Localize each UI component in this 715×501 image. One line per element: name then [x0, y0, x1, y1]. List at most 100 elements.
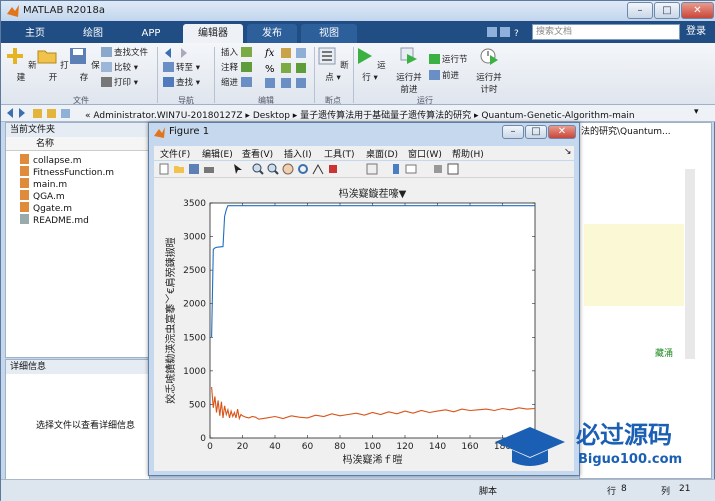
- print-button[interactable]: 打印 ▾: [101, 76, 138, 90]
- pan-hand-icon[interactable]: [282, 163, 294, 175]
- back-forward-icon[interactable]: [163, 47, 203, 59]
- current-path[interactable]: « Administrator.WIN7U-20180127Z ▸ Deskto…: [85, 108, 635, 121]
- tab-home[interactable]: 主页: [7, 24, 63, 43]
- name-column-header[interactable]: 名称: [6, 137, 149, 151]
- menu-edit[interactable]: 编辑(E): [202, 147, 233, 160]
- tab-editor[interactable]: 编辑器: [183, 24, 243, 43]
- indent-label: 缩进: [221, 78, 239, 88]
- y-axis-label: 姣忎唬鐨勬渶浣虫寔搴﹀€肩殑鍊掓暟: [164, 237, 177, 403]
- nav-arrows-icon[interactable]: [7, 108, 83, 119]
- edit-tools-icons[interactable]: fx %: [263, 46, 311, 91]
- list-item[interactable]: Qgate.m: [20, 202, 72, 214]
- insert-button[interactable]: 插入: [221, 46, 254, 60]
- figure-title: Figure 1: [169, 126, 210, 137]
- zoom-in-icon[interactable]: [252, 163, 264, 175]
- link-plot-icon[interactable]: [366, 163, 378, 175]
- figure-minimize-button[interactable]: –: [502, 125, 524, 139]
- status-col: 21: [679, 484, 691, 494]
- print-figure-icon[interactable]: [203, 163, 215, 175]
- insert-icon: [240, 47, 252, 57]
- run-time-label-1: 运行并: [476, 73, 502, 83]
- new-button[interactable]: 新建: [4, 46, 38, 83]
- scrollbar[interactable]: [685, 169, 695, 359]
- find-files-button[interactable]: 查找文件: [101, 46, 148, 60]
- ribbon-tabs: 主页 绘图 APP 编辑器 发布 视图 ? 搜索文档 登录: [1, 21, 715, 43]
- menu-desktop[interactable]: 桌面(D): [366, 147, 398, 160]
- svg-text:%: %: [265, 64, 275, 75]
- find-button[interactable]: 查找 ▾: [163, 76, 200, 90]
- indent-button[interactable]: 缩进: [221, 76, 254, 90]
- menu-window[interactable]: 窗口(W): [408, 147, 442, 160]
- advance-icon: [429, 70, 440, 80]
- colorbar-icon[interactable]: [390, 163, 402, 175]
- x-axis-label: 杩涘寲浠ｆ暟: [343, 453, 403, 466]
- run-section-button[interactable]: 运行节: [429, 53, 468, 67]
- comment-button[interactable]: 注释: [221, 61, 254, 75]
- show-tools-icon[interactable]: [447, 163, 459, 175]
- open-file-icon[interactable]: [173, 163, 185, 175]
- file-name: Qgate.m: [33, 204, 73, 214]
- login-button[interactable]: 登录: [681, 24, 711, 40]
- menu-tools[interactable]: 工具(T): [324, 147, 355, 160]
- current-folder-panel: 当前文件夹 名称 collapse.m FitnessFunction.m ma…: [5, 122, 150, 358]
- close-button[interactable]: ✕: [681, 2, 714, 19]
- run-advance-icon: [400, 47, 417, 64]
- hide-tools-icon[interactable]: [432, 163, 444, 175]
- path-dropdown-icon[interactable]: ▾: [694, 107, 699, 117]
- current-folder-title: 当前文件夹: [6, 123, 149, 137]
- run-advance-button[interactable]: 运行并 前进: [391, 46, 427, 95]
- print-icon: [101, 77, 112, 87]
- svg-text:必过源码: 必过源码: [576, 421, 672, 449]
- y-tick-label: 3500: [183, 199, 206, 209]
- address-bar: « Administrator.WIN7U-20180127Z ▸ Deskto…: [1, 105, 715, 122]
- goto-label: 转至: [176, 63, 194, 73]
- goto-button[interactable]: 转至 ▾: [163, 61, 200, 75]
- run-advance-label-2: 前进: [400, 85, 418, 95]
- list-item[interactable]: main.m: [20, 178, 67, 190]
- breakpoints-button[interactable]: 断点 ▾: [315, 46, 351, 83]
- legend-icon[interactable]: [405, 163, 417, 175]
- pointer-icon[interactable]: [232, 163, 244, 175]
- menu-insert[interactable]: 插入(I): [284, 147, 312, 160]
- advance-button[interactable]: 前进: [429, 69, 459, 83]
- chart-title: 杩涘寲鏇茬嚎▼: [339, 187, 407, 200]
- tab-apps[interactable]: APP: [123, 24, 179, 43]
- tab-plots[interactable]: 绘图: [65, 24, 121, 43]
- list-item[interactable]: README.md: [20, 214, 89, 226]
- menu-help[interactable]: 帮助(H): [452, 147, 484, 160]
- rotate-icon[interactable]: [297, 163, 309, 175]
- file-name: QGA.m: [33, 192, 65, 202]
- x-tick-label: 40: [269, 442, 281, 452]
- save-figure-icon[interactable]: [188, 163, 200, 175]
- compare-button[interactable]: 比较 ▾: [101, 61, 138, 75]
- search-input[interactable]: 搜索文档: [532, 24, 680, 40]
- advance-label: 前进: [442, 71, 460, 81]
- list-item[interactable]: QGA.m: [20, 190, 65, 202]
- data-cursor-icon[interactable]: [312, 163, 324, 175]
- open-button[interactable]: 打开: [36, 46, 70, 83]
- menu-file[interactable]: 文件(F): [160, 147, 190, 160]
- menu-view[interactable]: 查看(V): [242, 147, 273, 160]
- run-time-button[interactable]: 运行并 计时: [471, 46, 507, 95]
- figure-menubar: 文件(F) 编辑(E) 查看(V) 插入(I) 工具(T) 桌面(D) 窗口(W…: [154, 146, 574, 160]
- brush-icon[interactable]: [327, 163, 339, 175]
- x-tick-label: 140: [429, 442, 446, 452]
- details-message: 选择文件以查看详细信息: [36, 421, 136, 431]
- list-item[interactable]: FitnessFunction.m: [20, 166, 114, 178]
- new-figure-icon[interactable]: [158, 163, 170, 175]
- list-item[interactable]: collapse.m: [20, 154, 82, 166]
- save-button[interactable]: 保存: [67, 46, 101, 83]
- maximize-button[interactable]: □: [654, 2, 680, 19]
- status-mode: 脚本: [479, 487, 498, 497]
- menu-dock-icon[interactable]: ↘: [564, 147, 572, 157]
- file-name: main.m: [33, 180, 68, 190]
- figure-close-button[interactable]: ✕: [548, 125, 576, 139]
- status-line-label: 行: [607, 487, 617, 497]
- run-button[interactable]: 运行 ▾: [354, 46, 386, 83]
- figure-maximize-button[interactable]: □: [525, 125, 547, 139]
- tab-publish[interactable]: 发布: [247, 24, 297, 43]
- minimize-button[interactable]: –: [627, 2, 653, 19]
- zoom-out-icon[interactable]: [267, 163, 279, 175]
- tab-view[interactable]: 视图: [301, 24, 357, 43]
- quick-access-toolbar[interactable]: ?: [369, 25, 519, 39]
